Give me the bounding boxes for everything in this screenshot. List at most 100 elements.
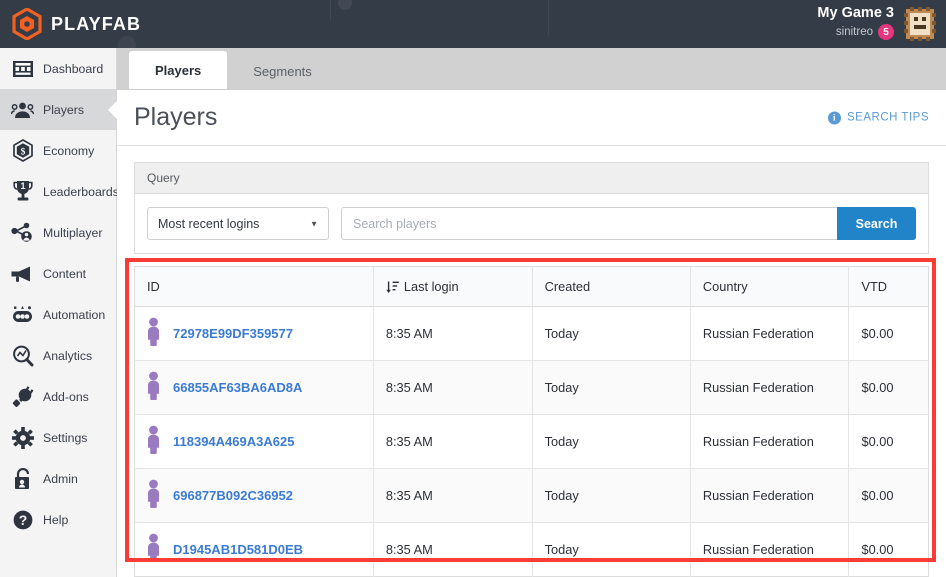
- sidebar-item-players[interactable]: Players: [0, 89, 116, 130]
- column-header-created[interactable]: Created: [531, 266, 691, 307]
- column-header-country[interactable]: Country: [689, 266, 849, 307]
- player-avatar-icon: [147, 425, 160, 458]
- playfab-hexagon-logo: [12, 7, 42, 41]
- player-id-link[interactable]: 72978E99DF359577: [173, 326, 293, 341]
- table-row[interactable]: 118394A469A3A625 8:35 AM Today Russian F…: [134, 414, 929, 469]
- top-header-bar: PLAYFAB My Game 3 sinitreo 5: [0, 0, 946, 48]
- tab-players[interactable]: Players: [129, 51, 228, 89]
- multiplayer-icon: [11, 221, 34, 244]
- cell-country: Russian Federation: [689, 360, 849, 415]
- cell-created: Today: [531, 468, 691, 523]
- sidebar-label: Analytics: [43, 348, 93, 363]
- cell-last-login: 8:35 AM: [372, 468, 533, 523]
- cell-country: Russian Federation: [689, 468, 849, 523]
- search-tips-link[interactable]: i SEARCH TIPS: [828, 111, 929, 124]
- brand-name: PLAYFAB: [51, 13, 142, 34]
- players-table-body: 72978E99DF359577 8:35 AM Today Russian F…: [134, 306, 929, 577]
- player-id-link[interactable]: 66855AF63BA6AD8A: [173, 380, 302, 395]
- cell-created: Today: [531, 360, 691, 415]
- cell-vtd: $0.00: [848, 522, 929, 577]
- sidebar-item-content[interactable]: Content: [0, 253, 116, 294]
- player-avatar-icon: [147, 371, 160, 404]
- cell-id: D1945AB1D581D0EB: [134, 522, 374, 577]
- header-decoration-line-1: [330, 0, 331, 20]
- player-id-link[interactable]: 696877B092C36952: [173, 488, 293, 503]
- game-selector[interactable]: My Game 3 sinitreo 5: [817, 5, 894, 41]
- content-icon: [11, 262, 34, 285]
- cell-id: 66855AF63BA6AD8A: [134, 360, 374, 415]
- sidebar-label: Dashboard: [43, 61, 104, 76]
- table-row[interactable]: D1945AB1D581D0EB 8:35 AM Today Russian F…: [134, 522, 929, 577]
- player-id-link[interactable]: D1945AB1D581D0EB: [173, 542, 303, 557]
- cell-vtd: $0.00: [848, 306, 929, 361]
- pixel-game-avatar[interactable]: [902, 7, 938, 41]
- admin-icon: [11, 467, 34, 490]
- players-table: ID Last login Created Country VTD 72978E…: [134, 266, 929, 577]
- cell-last-login: 8:35 AM: [372, 306, 533, 361]
- svg-text:$: $: [20, 146, 25, 157]
- game-title: My Game 3: [817, 5, 894, 21]
- search-button[interactable]: Search: [837, 207, 916, 240]
- sidebar-item-economy[interactable]: $ Economy: [0, 130, 116, 171]
- sidebar-label: Leaderboards: [43, 184, 119, 199]
- sidebar-item-leaderboards[interactable]: 1 Leaderboards: [0, 171, 119, 212]
- cell-vtd: $0.00: [848, 414, 929, 469]
- cell-created: Today: [531, 522, 691, 577]
- cell-vtd: $0.00: [848, 468, 929, 523]
- cell-last-login: 8:35 AM: [372, 360, 533, 415]
- column-header-id-label: ID: [147, 279, 160, 294]
- sidebar-label: Content: [43, 266, 87, 281]
- sort-descending-icon: [386, 280, 399, 294]
- sidebar-item-admin[interactable]: Admin: [0, 458, 116, 499]
- column-header-country-label: Country: [702, 279, 748, 294]
- player-id-link[interactable]: 118394A469A3A625: [173, 434, 294, 449]
- playfab-app-window: PLAYFAB My Game 3 sinitreo 5 Dashboard P…: [0, 0, 946, 577]
- table-row[interactable]: 66855AF63BA6AD8A 8:35 AM Today Russian F…: [134, 360, 929, 415]
- page-header: Players i SEARCH TIPS: [117, 90, 946, 146]
- sidebar-item-automation[interactable]: Automation: [0, 294, 116, 335]
- settings-icon: [11, 426, 34, 449]
- column-header-vtd[interactable]: VTD: [848, 266, 929, 307]
- sidebar-item-dashboard[interactable]: Dashboard: [0, 48, 116, 89]
- brand-logo[interactable]: PLAYFAB: [12, 7, 142, 41]
- sidebar-label: Admin: [43, 471, 78, 486]
- player-avatar-icon: [147, 479, 160, 512]
- sidebar-item-settings[interactable]: Settings: [0, 417, 116, 458]
- table-row[interactable]: 696877B092C36952 8:35 AM Today Russian F…: [134, 468, 929, 523]
- cell-id: 696877B092C36952: [134, 468, 374, 523]
- svg-text:1: 1: [20, 181, 25, 191]
- analytics-icon: [11, 344, 34, 367]
- sidebar-nav: Dashboard Players $ Economy 1 Leaderboar…: [0, 48, 119, 577]
- query-type-select[interactable]: Most recent logins ▼: [147, 207, 329, 240]
- sidebar-label: Help: [43, 512, 69, 527]
- column-header-last-login-label: Last login: [403, 279, 459, 294]
- notification-badge[interactable]: 5: [878, 24, 894, 41]
- player-avatar-icon: [147, 317, 160, 350]
- help-icon: ?: [11, 508, 34, 531]
- table-row[interactable]: 72978E99DF359577 8:35 AM Today Russian F…: [134, 306, 929, 361]
- search-input[interactable]: [341, 207, 837, 240]
- sidebar-item-help[interactable]: ? Help: [0, 499, 116, 540]
- search-group: Search: [341, 207, 916, 240]
- sidebar-label: Economy: [43, 143, 95, 158]
- column-header-last-login[interactable]: Last login: [372, 266, 533, 307]
- cell-last-login: 8:35 AM: [372, 414, 533, 469]
- sidebar-item-analytics[interactable]: Analytics: [0, 335, 116, 376]
- column-header-id[interactable]: ID: [134, 266, 374, 307]
- sidebar-label: Automation: [43, 307, 106, 322]
- cell-country: Russian Federation: [689, 414, 849, 469]
- cell-vtd: $0.00: [848, 360, 929, 415]
- query-panel-body: Most recent logins ▼ Search: [135, 194, 928, 253]
- tab-segments[interactable]: Segments: [227, 53, 338, 89]
- caret-down-icon: ▼: [310, 219, 318, 228]
- sidebar-label: Players: [43, 102, 85, 117]
- sidebar-item-addons[interactable]: Add-ons: [0, 376, 116, 417]
- query-panel-title: Query: [135, 163, 928, 194]
- cell-last-login: 8:35 AM: [372, 522, 533, 577]
- cell-id: 118394A469A3A625: [134, 414, 374, 469]
- sidebar-item-multiplayer[interactable]: Multiplayer: [0, 212, 116, 253]
- leaderboards-icon: 1: [11, 180, 34, 203]
- cell-created: Today: [531, 306, 691, 361]
- search-tips-label: SEARCH TIPS: [847, 111, 929, 124]
- query-panel: Query Most recent logins ▼ Search: [134, 162, 929, 254]
